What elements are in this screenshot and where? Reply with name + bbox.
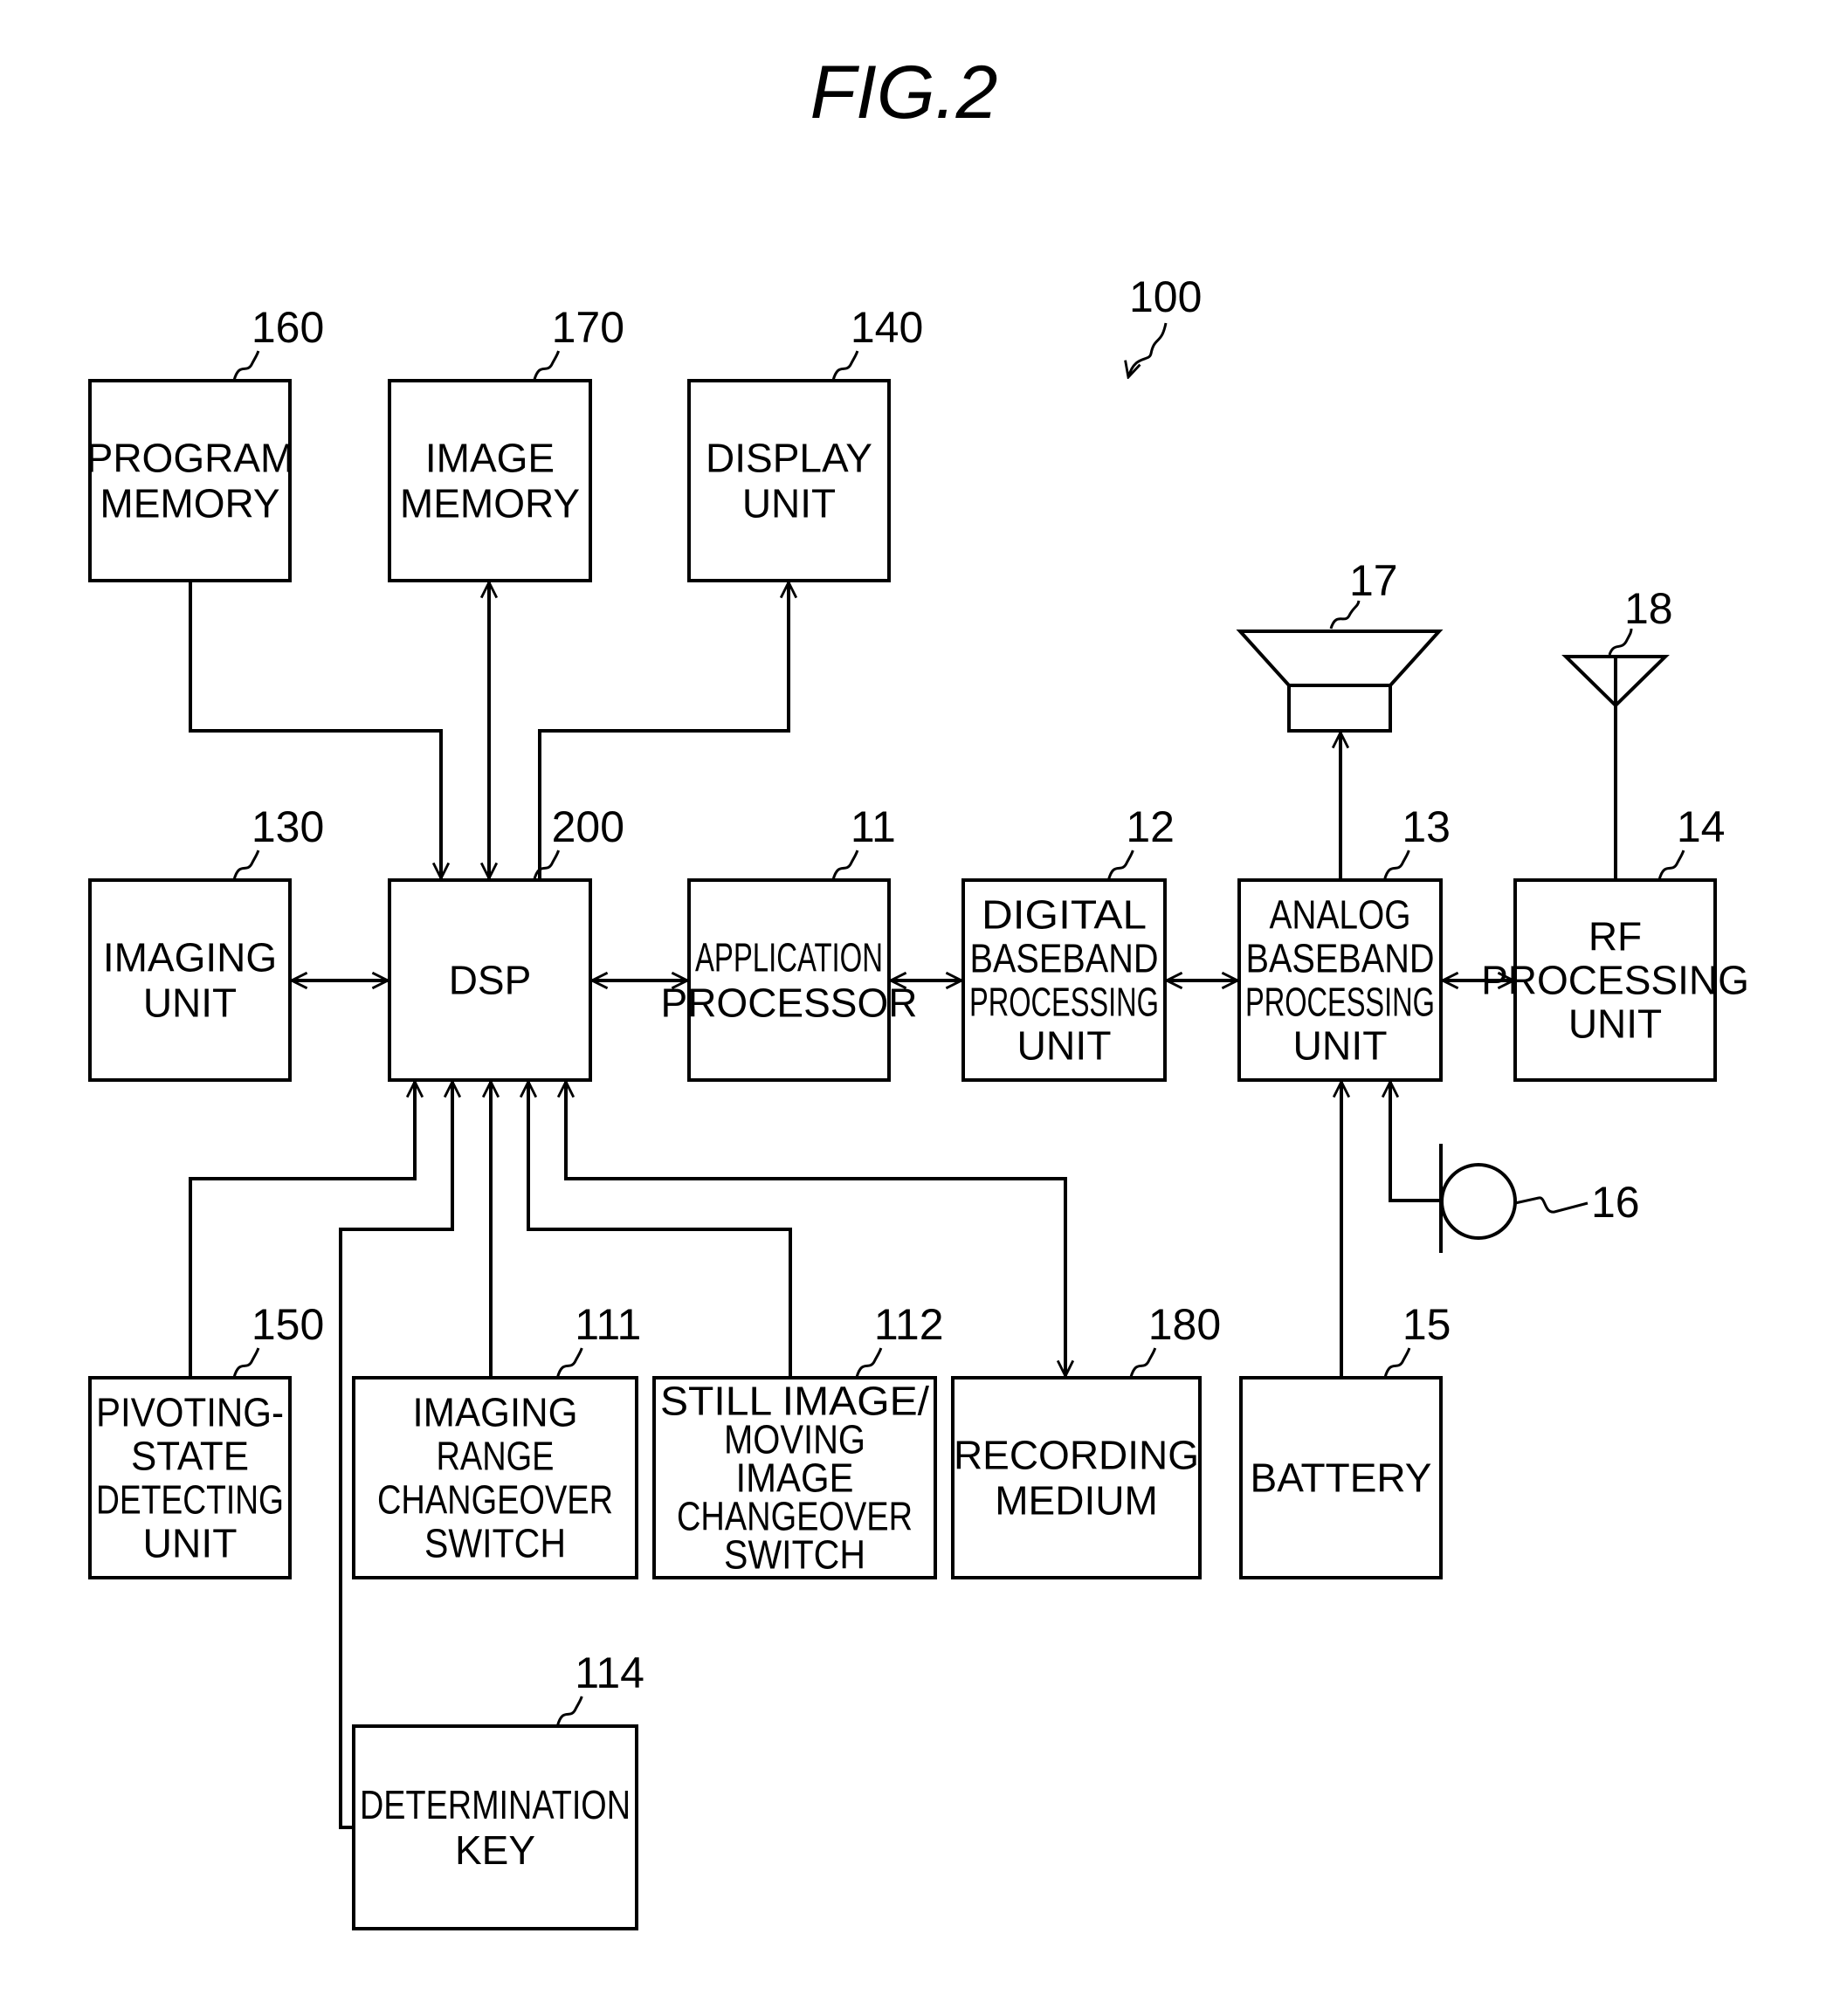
block-still-moving-switch: STILL IMAGE/MOVINGIMAGECHANGEOVERSWITCH1… [652, 1300, 944, 1579]
block-label-line: PROGRAM [86, 436, 294, 481]
block-ref-number: 150 [252, 1300, 324, 1349]
block-label-line: DETECTING [96, 1477, 284, 1523]
block-label-line: UNIT [1568, 1001, 1662, 1047]
block-label-line: IMAGE [425, 436, 555, 481]
block-determination-key: DETERMINATIONKEY 114 [352, 1648, 644, 1930]
block-ref-number: 200 [552, 802, 624, 851]
block-label-line: UNIT [1017, 1023, 1112, 1069]
speaker-icon [1236, 630, 1444, 733]
antenna-ref: 18 [1624, 584, 1673, 633]
ref-leader [831, 850, 859, 881]
block-ref-number: 160 [252, 303, 324, 352]
block-label-line: IMAGING [103, 935, 277, 980]
block-label-line: MEMORY [400, 481, 580, 526]
block-program-memory: PROGRAMMEMORY 160 [86, 303, 324, 582]
ref-leader [855, 1347, 883, 1379]
block-label-line: ANALOG [1270, 892, 1411, 938]
block-label-line: PROCESSING [969, 980, 1159, 1025]
block-label-line: IMAGING [413, 1390, 578, 1435]
speaker-ref: 17 [1349, 556, 1398, 605]
block-label-line: UNIT [143, 1521, 238, 1566]
device-ref-arrow [1128, 322, 1168, 377]
microphone-ref: 16 [1591, 1178, 1640, 1227]
block-label-line: MEMORY [100, 481, 279, 526]
block-ref-number: 140 [851, 303, 923, 352]
block-label-line: DSP [449, 958, 532, 1003]
block-label-line: PROCESSING [1481, 958, 1749, 1003]
block-label-line: BATTERY [1251, 1455, 1432, 1501]
block-ref-number: 11 [851, 802, 896, 851]
block-label-line: DISPLAY [706, 436, 872, 481]
block-label-line: APPLICATION [695, 935, 883, 980]
block-diagram: FIG.2 100 17 18 16 PROGRAMMEMORY160IMAGE… [86, 51, 1749, 1930]
block-label-line: SWITCH [424, 1521, 566, 1566]
antenna-icon [1561, 655, 1670, 708]
block-dsp: DSP 200 [388, 802, 624, 1082]
block-label-line: MEDIUM [995, 1478, 1158, 1524]
block-recording-medium: RECORDINGMEDIUM 180 [951, 1300, 1221, 1579]
ref-leader [1382, 850, 1410, 881]
block-image-memory: IMAGEMEMORY 170 [388, 303, 624, 582]
ref-leader [555, 1696, 583, 1727]
block-ref-number: 180 [1148, 1300, 1221, 1349]
block-label-line: DIGITAL [982, 892, 1147, 938]
ref-leader [555, 1347, 583, 1379]
figure-title: FIG.2 [810, 51, 997, 134]
ref-leader [232, 850, 260, 881]
block-application-processor: APPLICATIONPROCESSOR 11 [661, 802, 918, 1082]
block-label-line: RECORDING [954, 1433, 1199, 1478]
block-ref-number: 130 [252, 802, 324, 851]
device-ref-label: 100 [1129, 272, 1202, 321]
ref-leader [1383, 1347, 1411, 1379]
block-label-line: UNIT [1293, 1023, 1388, 1069]
block-label-line: PIVOTING- [96, 1390, 284, 1435]
block-imaging-unit: IMAGINGUNIT 130 [88, 802, 324, 1082]
block-label-line: SWITCH [724, 1532, 865, 1578]
block-battery: BATTERY 15 [1239, 1300, 1451, 1579]
block-pivoting-state: PIVOTING-STATEDETECTINGUNIT 150 [88, 1300, 324, 1579]
ref-leader [1657, 850, 1685, 881]
block-label-line: PROCESSING [1245, 980, 1435, 1025]
block-label-line: UNIT [742, 481, 836, 526]
block-ref-number: 12 [1126, 802, 1175, 851]
block-ref-number: 13 [1402, 802, 1451, 851]
ref-leader [533, 850, 561, 881]
block-ref-number: 112 [874, 1300, 944, 1349]
microphone-icon [1439, 1144, 1517, 1253]
block-label-line: BASEBAND [1246, 936, 1435, 981]
ref-leader [533, 350, 561, 382]
ref-leader [831, 350, 859, 382]
block-label-line: PROCESSOR [661, 980, 918, 1026]
block-analog-baseband: ANALOGBASEBANDPROCESSINGUNIT 13 [1237, 802, 1451, 1082]
connections [189, 581, 1617, 1829]
block-label-line: KEY [455, 1827, 535, 1873]
block-label-line: DETERMINATION [360, 1782, 631, 1827]
block-display-unit: DISPLAYUNIT 140 [687, 303, 923, 582]
block-digital-baseband: DIGITALBASEBANDPROCESSINGUNIT 12 [961, 802, 1175, 1082]
ref-leader [1106, 850, 1134, 881]
block-ref-number: 170 [552, 303, 624, 352]
block-label-line: RF [1589, 914, 1642, 960]
block-label-line: STATE [131, 1434, 249, 1479]
block-ref-number: 111 [575, 1300, 641, 1349]
block-label-line: UNIT [143, 980, 237, 1026]
ref-leader [232, 350, 260, 382]
ref-leader [232, 1347, 260, 1379]
block-imaging-range-switch: IMAGINGRANGECHANGEOVERSWITCH 111 [352, 1300, 641, 1579]
block-label-line: RANGE [437, 1434, 555, 1479]
block-label-line: BASEBAND [970, 936, 1159, 981]
block-ref-number: 114 [575, 1648, 644, 1697]
ref-leader [1129, 1347, 1157, 1379]
block-ref-number: 14 [1677, 802, 1726, 851]
block-ref-number: 15 [1402, 1300, 1451, 1349]
block-label-line: CHANGEOVER [377, 1477, 613, 1523]
microphone-ref-leader [1514, 1196, 1589, 1214]
wire-mic-analog [1390, 1082, 1441, 1202]
